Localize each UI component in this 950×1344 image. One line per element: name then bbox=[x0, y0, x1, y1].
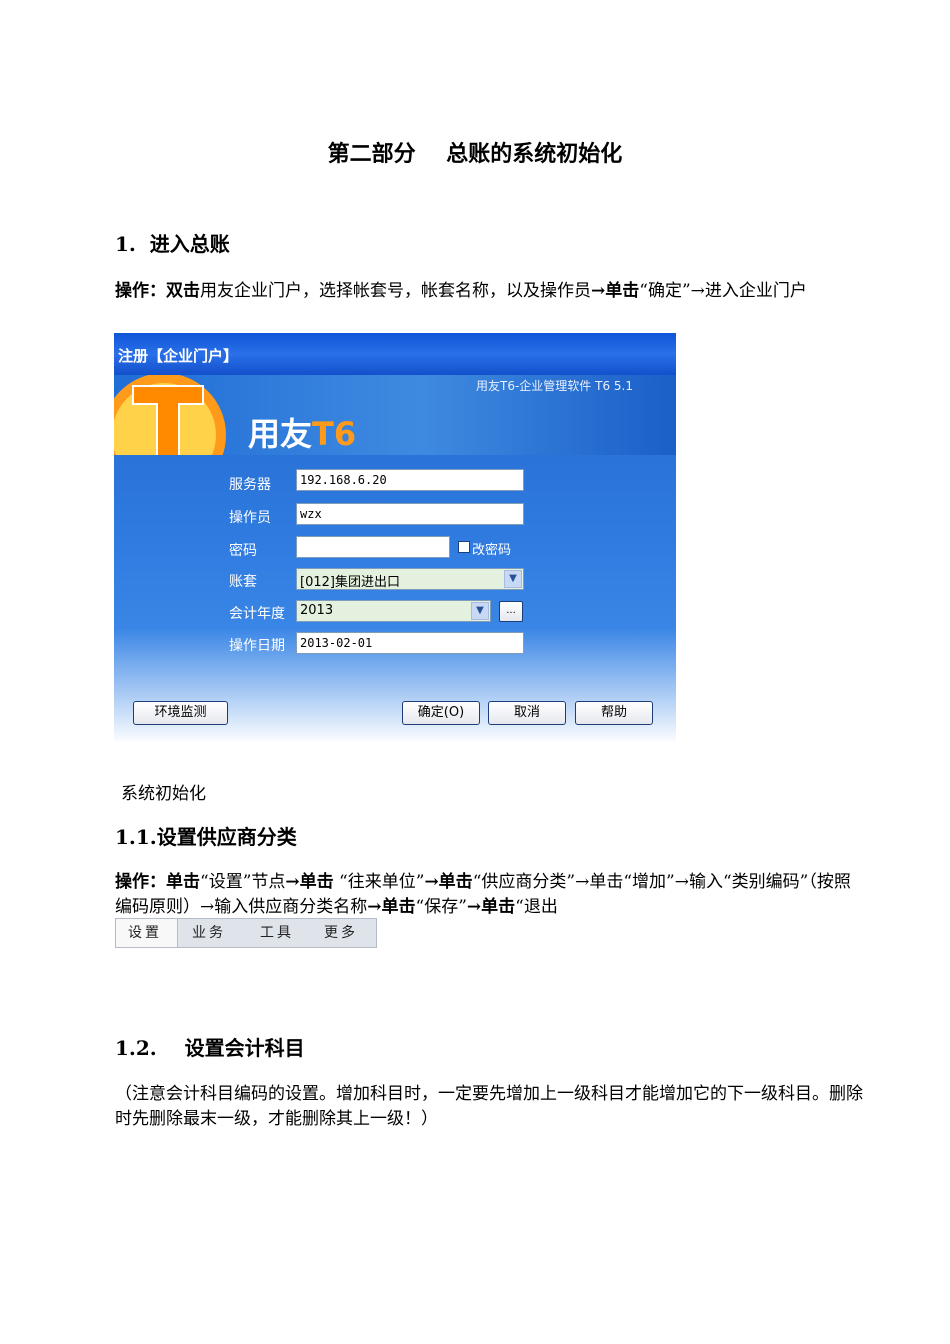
dialog-titlebar: 注册【企业门户】 bbox=[114, 333, 676, 375]
product-subtitle: 用友T6-企业管理软件 T6 5.1 bbox=[476, 379, 633, 393]
section-1-heading: 1. 进入总账 bbox=[115, 232, 230, 256]
text-run: “保存” bbox=[415, 897, 467, 917]
help-button[interactable]: 帮助 bbox=[575, 701, 653, 725]
emph-click: 单击 bbox=[605, 281, 640, 301]
section-1-1-paragraph: 操作：单击“设置”节点→单击 “往来单位”→单击“供应商分类”→单击“增加”→输… bbox=[115, 870, 865, 920]
password-label: 密码 bbox=[229, 543, 257, 559]
account-select-value: [012]集团进出口 bbox=[300, 575, 400, 590]
change-password-checkbox[interactable] bbox=[458, 541, 470, 553]
emph-click: →单击 bbox=[424, 872, 473, 892]
emph-click: →单击 bbox=[367, 897, 416, 917]
section-1-1-heading: 1.1.设置供应商分类 bbox=[115, 825, 297, 849]
op-label: 操作： bbox=[115, 281, 166, 301]
year-label: 会计年度 bbox=[229, 606, 285, 622]
change-password-label: 改密码 bbox=[472, 543, 512, 558]
chevron-down-icon[interactable]: ▼ bbox=[504, 570, 522, 588]
emph-click: →单击 bbox=[285, 872, 334, 892]
emph-click: 单击 bbox=[166, 872, 200, 892]
ok-button[interactable]: 确定(O) bbox=[402, 701, 480, 725]
chevron-down-icon[interactable]: ▼ bbox=[471, 602, 489, 620]
text-run: “往来单位” bbox=[333, 872, 425, 892]
text-run: 用友企业门户，选择帐套号，帐套名称，以及操作员 bbox=[200, 281, 591, 301]
op-label: 操作： bbox=[115, 872, 166, 892]
server-input[interactable]: 192.168.6.20 bbox=[296, 469, 524, 491]
server-label: 服务器 bbox=[229, 477, 271, 493]
menu-bar: 设置 业务 工具 更多 bbox=[115, 918, 377, 948]
brand-logo: 用友T6 bbox=[248, 409, 356, 455]
date-label: 操作日期 bbox=[229, 638, 285, 654]
account-label: 账套 bbox=[229, 574, 257, 590]
cancel-button[interactable]: 取消 bbox=[488, 701, 566, 725]
menu-item-more[interactable]: 更多 bbox=[324, 919, 358, 947]
section-1-2-paragraph: （注意会计科目编码的设置。增加科目时，一定要先增加上一级科目才能增加它的下一级科… bbox=[115, 1084, 863, 1129]
emph-dblclick: 双击 bbox=[166, 281, 200, 301]
menu-item-settings[interactable]: 设置 bbox=[116, 919, 178, 947]
password-input[interactable] bbox=[296, 536, 450, 558]
text-run: “退出 bbox=[515, 897, 558, 917]
year-select-value: 2013 bbox=[300, 603, 334, 618]
menu-item-tools[interactable]: 工具 bbox=[260, 919, 294, 947]
account-select[interactable]: [012]集团进出口 ▼ bbox=[296, 568, 524, 590]
brand-text: 用友 bbox=[248, 415, 313, 453]
env-monitor-button[interactable]: 环境监测 bbox=[133, 701, 228, 725]
t-logo-icon bbox=[114, 375, 226, 455]
brand-t6: T6 bbox=[312, 415, 357, 453]
operator-label: 操作员 bbox=[229, 510, 271, 526]
menu-item-business[interactable]: 业务 bbox=[192, 919, 226, 947]
login-dialog: 注册【企业门户】 用友T6 用友T6-企业管理软件 T6 5.1 服务器 192… bbox=[114, 333, 676, 744]
page-title: 第二部分 总账的系统初始化 bbox=[327, 141, 623, 167]
text-run: “设置”节点 bbox=[200, 872, 286, 892]
date-input[interactable]: 2013-02-01 bbox=[296, 632, 524, 654]
year-select[interactable]: 2013 ▼ bbox=[296, 600, 491, 622]
text-run: “确定”→进入企业门户 bbox=[639, 281, 807, 301]
operator-input[interactable]: wzx bbox=[296, 503, 524, 525]
dialog-title: 注册【企业门户】 bbox=[118, 347, 239, 365]
section-1-paragraph: 操作：双击用友企业门户，选择帐套号，帐套名称，以及操作员→单击“确定”→进入企业… bbox=[115, 279, 865, 304]
more-button[interactable]: ... bbox=[499, 601, 523, 622]
arrow: → bbox=[591, 281, 606, 301]
emph-click: →单击 bbox=[466, 897, 516, 917]
section-1-2-heading: 1.2. 设置会计科目 bbox=[115, 1036, 305, 1060]
figure-caption: 系统初始化 bbox=[121, 784, 206, 804]
